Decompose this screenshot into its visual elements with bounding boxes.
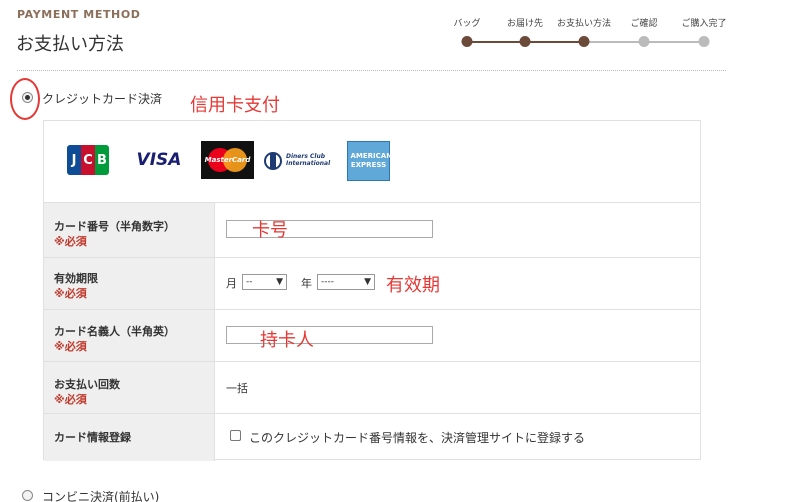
register-label: カード情報登録 <box>54 431 131 444</box>
row-holder: カード名義人（半角英） ※必須 持卡人 <box>44 310 700 362</box>
jcb-logo-text: J C B <box>67 145 109 175</box>
diners-logo: Diners Club International <box>262 147 334 175</box>
card-number-label: カード番号（半角数字） <box>54 220 175 233</box>
progress-steps: バッグ お届け先 お支払い方法 ご確認 ご購入完了 <box>440 16 740 56</box>
year-select[interactable]: ---- ▼ <box>317 274 375 290</box>
row-head-card-number: カード番号（半角数字） ※必須 <box>44 203 215 257</box>
year-select-value: ---- <box>321 277 334 287</box>
visa-logo: VISA <box>136 150 182 170</box>
card-logos: J C B VISA MasterCard Diners Club Intern… <box>44 121 700 203</box>
installments-value: 一括 <box>226 382 248 395</box>
annotation-expiry: 有效期 <box>386 275 440 296</box>
annotation-credit: 信用卡支付 <box>190 95 280 116</box>
expiry-label: 有効期限 <box>54 272 98 285</box>
step-label-complete: ご購入完了 <box>681 19 727 29</box>
mastercard-text: MasterCard <box>204 156 251 164</box>
jcb-logo: J C B <box>66 143 110 177</box>
row-card-number: カード番号（半角数字） ※必須 卡号 <box>44 203 700 258</box>
amex-text: AMERICAN EXPRESS <box>350 152 393 169</box>
expiry-required: ※必須 <box>54 287 87 300</box>
mastercard-logo: MasterCard <box>201 141 254 179</box>
step-label-confirm: ご確認 <box>630 19 658 29</box>
step-label-payment: お支払い方法 <box>556 19 612 29</box>
amex-logo: AMERICAN EXPRESS <box>347 141 393 181</box>
chevron-down-icon: ▼ <box>276 277 283 287</box>
row-expiry: 有効期限 ※必須 月 -- ▼ 年 ---- ▼ 有效期 <box>44 258 700 310</box>
step-dot-shipping <box>519 36 531 47</box>
convenience-radio[interactable] <box>22 490 33 501</box>
month-select[interactable]: -- ▼ <box>242 274 287 290</box>
card-number-required: ※必須 <box>54 235 87 248</box>
installments-label: お支払い回数 <box>54 378 120 391</box>
year-label: 年 <box>301 277 312 290</box>
holder-required: ※必須 <box>54 340 87 353</box>
credit-card-radio[interactable] <box>22 92 33 103</box>
diners-text: Diners Club International <box>286 153 331 167</box>
row-head-expiry: 有効期限 ※必須 <box>44 258 215 309</box>
page-title: お支払い方法 <box>16 34 124 55</box>
register-checkbox[interactable] <box>230 430 241 441</box>
step-dot-bag <box>461 36 473 47</box>
step-label-shipping: お届け先 <box>506 19 544 29</box>
page-eyebrow: PAYMENT METHOD <box>17 8 141 21</box>
step-dot-complete <box>698 36 710 47</box>
holder-input[interactable] <box>226 326 433 344</box>
register-checkbox-label[interactable]: このクレジットカード番号情報を、決済管理サイトに登録する <box>249 429 585 446</box>
row-head-holder: カード名義人（半角英） ※必須 <box>44 310 215 361</box>
installments-required: ※必須 <box>54 393 87 406</box>
credit-card-label[interactable]: クレジットカード決済 <box>42 90 162 107</box>
month-select-value: -- <box>246 277 253 287</box>
step-dot-confirm <box>638 36 650 47</box>
credit-card-panel: J C B VISA MasterCard Diners Club Intern… <box>43 120 701 461</box>
holder-label: カード名義人（半角英） <box>54 325 175 338</box>
convenience-label[interactable]: コンビニ決済(前払い) <box>42 488 159 502</box>
annotation-holder: 持卡人 <box>260 330 314 351</box>
month-label: 月 <box>226 277 237 290</box>
step-dot-payment <box>578 36 590 47</box>
row-register: カード情報登録 このクレジットカード番号情報を、決済管理サイトに登録する <box>44 414 700 461</box>
chevron-down-icon: ▼ <box>364 277 371 287</box>
row-head-register: カード情報登録 <box>44 414 215 461</box>
row-installments: お支払い回数 ※必須 一括 <box>44 362 700 414</box>
header-divider <box>17 70 726 71</box>
row-head-installments: お支払い回数 ※必須 <box>44 362 215 413</box>
step-label-bag: バッグ <box>453 19 481 29</box>
annotation-card-number: 卡号 <box>252 220 288 241</box>
